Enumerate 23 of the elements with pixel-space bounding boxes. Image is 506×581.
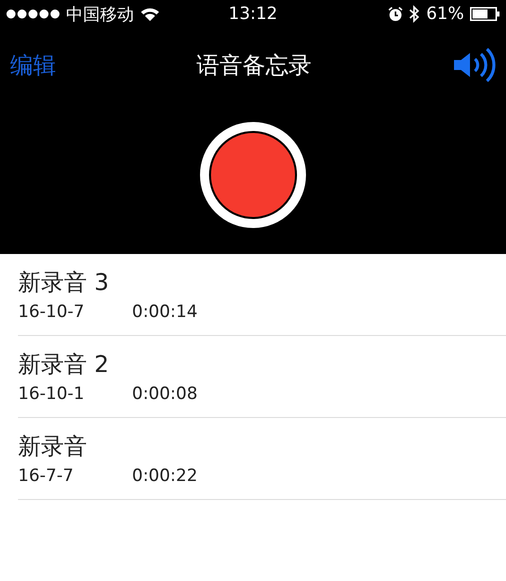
battery-percentage: 61% — [426, 4, 464, 24]
recording-date: 16-7-7 — [18, 466, 75, 486]
battery-icon — [470, 7, 500, 21]
recording-name: 新录音 — [18, 433, 88, 462]
clock-time: 13:12 — [228, 4, 278, 24]
recording-name: 新录音 3 — [18, 269, 110, 298]
edit-link[interactable]: 编辑 — [10, 50, 56, 80]
speaker-icon[interactable] — [452, 48, 496, 82]
recording-item[interactable]: 新录音 16-7-7 0:00:22 — [18, 418, 506, 500]
wifi-icon — [140, 7, 160, 21]
bluetooth-icon — [409, 5, 420, 23]
recording-duration: 0:00:14 — [132, 302, 198, 322]
screen-title: 语音备忘录 — [196, 52, 312, 80]
alarm-clock-icon — [388, 6, 404, 22]
recording-duration: 0:00:22 — [132, 466, 198, 486]
signal-strength-icon — [6, 9, 60, 19]
recording-item[interactable]: 新录音 2 16-10-1 0:00:08 — [18, 336, 506, 418]
recording-date: 16-10-1 — [18, 384, 86, 404]
recording-date: 16-10-7 — [18, 302, 86, 322]
recording-name: 新录音 2 — [18, 351, 110, 380]
carrier-name: 中国移动 — [66, 4, 134, 26]
recording-duration: 0:00:08 — [132, 384, 198, 404]
recording-item[interactable]: 新录音 3 16-10-7 0:00:14 — [18, 254, 506, 336]
